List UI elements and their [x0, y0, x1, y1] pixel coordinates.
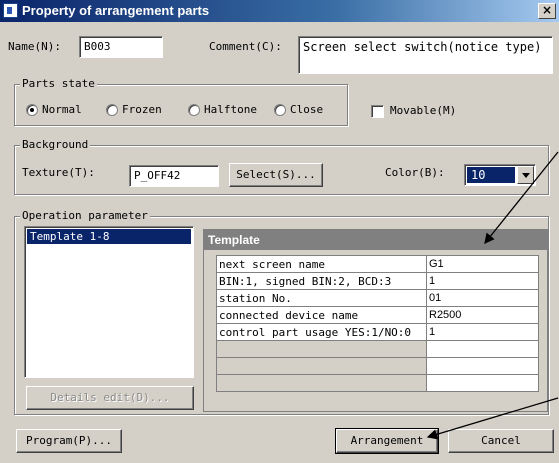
close-button[interactable]: ×	[538, 3, 556, 19]
param-key	[216, 374, 427, 392]
template-panel: Template next screen name G1 BIN:1, signe…	[203, 229, 548, 412]
color-select-value: 10	[467, 167, 515, 183]
param-value[interactable]	[426, 357, 539, 375]
arrangement-button[interactable]: Arrangement	[335, 428, 439, 454]
radio-close-label: Close	[290, 103, 324, 116]
param-value[interactable]: G1	[426, 255, 539, 273]
details-edit-button[interactable]: Details edit(D)...	[26, 386, 194, 410]
radio-close[interactable]	[274, 104, 286, 116]
radio-frozen-label: Frozen	[122, 103, 162, 116]
param-key: control part usage YES:1/NO:0	[216, 323, 427, 341]
table-row: next screen name G1	[216, 255, 539, 273]
texture-input[interactable]: P_OFF42	[129, 165, 219, 187]
radio-halftone-label: Halftone	[204, 103, 257, 116]
radio-halftone[interactable]	[188, 104, 200, 116]
param-value[interactable]: 01	[426, 289, 539, 307]
param-key	[216, 357, 427, 375]
template-table: next screen name G1 BIN:1, signed BIN:2, …	[216, 255, 539, 392]
name-input[interactable]: B003	[79, 36, 163, 58]
param-value[interactable]: 1	[426, 323, 539, 341]
template-header: Template	[204, 230, 547, 250]
param-key: connected device name	[216, 306, 427, 324]
param-key: next screen name	[216, 255, 427, 273]
operation-parameter-legend: Operation parameter	[20, 209, 150, 222]
radio-frozen[interactable]	[106, 104, 118, 116]
movable-checkbox[interactable]	[371, 105, 384, 118]
name-label: Name(N):	[8, 40, 61, 53]
app-icon	[3, 3, 18, 18]
table-row	[216, 357, 539, 375]
radio-normal-label: Normal	[42, 103, 82, 116]
param-key	[216, 340, 427, 358]
table-row: control part usage YES:1/NO:0 1	[216, 323, 539, 341]
table-row	[216, 340, 539, 358]
table-row: BIN:1, signed BIN:2, BCD:3 1	[216, 272, 539, 290]
comment-input[interactable]: Screen select switch(notice type)	[298, 36, 553, 74]
param-value[interactable]: R2500	[426, 306, 539, 324]
param-value[interactable]: 1	[426, 272, 539, 290]
list-item[interactable]: Template 1-8	[27, 229, 191, 244]
chevron-down-icon[interactable]	[517, 166, 534, 184]
background-legend: Background	[20, 138, 91, 151]
radio-normal[interactable]	[26, 104, 38, 116]
program-button[interactable]: Program(P)...	[16, 429, 122, 453]
param-key: station No.	[216, 289, 427, 307]
param-value[interactable]	[426, 374, 539, 392]
parts-state-legend: Parts state	[20, 77, 97, 90]
select-button[interactable]: Select(S)...	[229, 163, 323, 187]
color-label: Color(B):	[385, 166, 445, 179]
cancel-button[interactable]: Cancel	[448, 429, 554, 453]
param-key: BIN:1, signed BIN:2, BCD:3	[216, 272, 427, 290]
comment-label: Comment(C):	[209, 40, 282, 53]
table-row: station No. 01	[216, 289, 539, 307]
param-value[interactable]	[426, 340, 539, 358]
texture-label: Texture(T):	[22, 166, 95, 179]
table-row	[216, 374, 539, 392]
movable-label: Movable(M)	[390, 104, 457, 117]
table-row: connected device name R2500	[216, 306, 539, 324]
template-list[interactable]	[24, 226, 194, 378]
window-title: Property of arrangement parts	[22, 3, 210, 18]
